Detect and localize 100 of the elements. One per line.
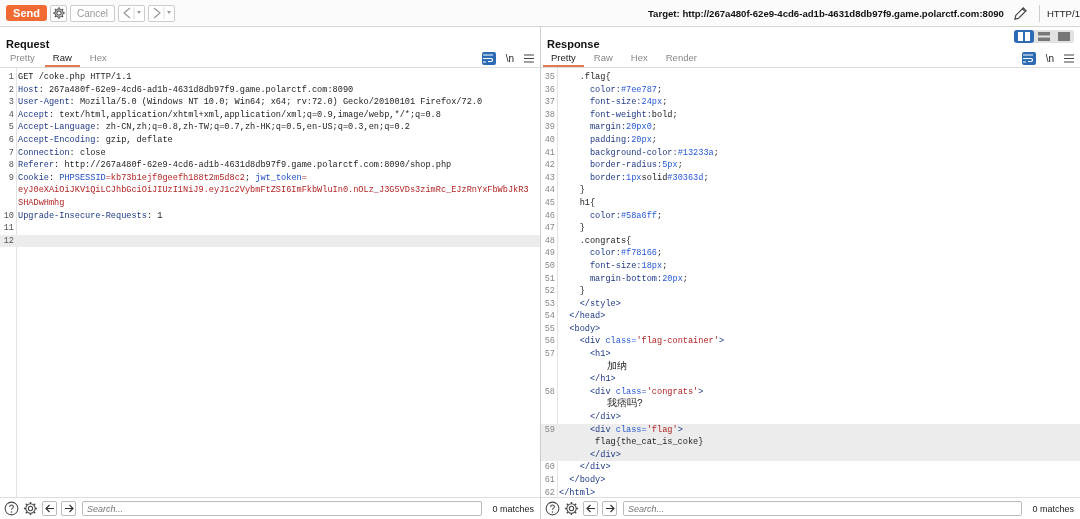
view-tab[interactable]: Pretty <box>2 50 43 67</box>
line-number: 10 <box>3 210 14 221</box>
code-line: } <box>578 285 585 298</box>
line-number: 3 <box>8 97 14 108</box>
code-line: } <box>578 222 585 235</box>
code-line: </div> <box>588 448 621 462</box>
code-line: Referer: http://267a480f-62e9-4cd6-ad1b-4631d8db97f9.game.polarctf.com:8090/shop.php <box>17 159 452 172</box>
back-button[interactable] <box>118 4 145 22</box>
menu-icon[interactable] <box>524 54 534 63</box>
code-line: Cookie: PHPSESSID=kb73b1ejf0geefh188t2m5d8c2; jwt_token= <box>17 171 307 185</box>
code-line: padding:20px; <box>588 133 657 147</box>
code-line: h1{ <box>578 196 596 210</box>
code-line: margin:20px0; <box>588 121 657 134</box>
help-icon[interactable] <box>545 501 560 516</box>
send-button[interactable]: Send <box>6 5 47 21</box>
code-line: Accept-Encoding: gzip, deflate <box>17 133 173 147</box>
line-number: 58 <box>544 386 555 397</box>
help-icon[interactable] <box>4 501 19 516</box>
line-number: 52 <box>544 286 555 297</box>
code-line: margin-bottom:20px; <box>588 272 688 286</box>
line-number: 55 <box>544 323 555 334</box>
line-number: 12 <box>3 235 14 246</box>
code-line: <div class='flag'> <box>588 423 683 437</box>
code-line: } <box>578 184 585 197</box>
line-number: 51 <box>544 273 555 284</box>
line-number: 45 <box>544 197 555 208</box>
pane-title: Response <box>547 38 600 50</box>
code-line: <h1> <box>588 348 611 360</box>
code-line: 加纳 <box>606 360 627 374</box>
code-line: </head> <box>568 310 606 323</box>
pane-title: Request <box>6 38 50 50</box>
settings-icon[interactable] <box>564 501 579 516</box>
line-number: 38 <box>544 109 555 120</box>
line-number: 5 <box>8 122 14 133</box>
code-line: </h1> <box>588 373 616 386</box>
code-line: Accept: text/html,application/xhtml+xml,application/xml;q=0.9,image/webp,*/*;q=0.8 <box>17 108 441 122</box>
view-tab[interactable]: Raw <box>585 50 621 67</box>
view-tab[interactable]: Hex <box>622 50 656 67</box>
code-line: Upgrade-Insecure-Requests: 1 <box>17 209 163 223</box>
line-number: 9 <box>8 172 14 183</box>
code-line: eyJ0eXAiOiJKV1QiLCJhbGciOiJIUzI1NiJ9.eyJ1c2VybmFtZSI6ImFkbWluIn0.nOLz_J3G5VDs3zimRc_EJzRnYxFbWbJkR3 <box>17 184 529 197</box>
code-line: border-radius:5px; <box>588 159 683 172</box>
view-tab[interactable]: Raw <box>44 50 80 67</box>
previous-match-button[interactable] <box>583 501 598 516</box>
line-number: 8 <box>8 160 14 171</box>
line-number: 7 <box>8 147 14 158</box>
view-tab[interactable]: Pretty <box>543 50 584 67</box>
search-field[interactable]: Search... <box>82 501 483 516</box>
line-number: 46 <box>544 210 555 221</box>
next-match-button[interactable] <box>61 501 76 516</box>
view-tab[interactable]: Render <box>657 50 705 67</box>
line-number: 53 <box>544 298 555 309</box>
code-line: Connection: close <box>17 146 106 160</box>
match-count: 0 matches <box>1032 503 1074 514</box>
code-line: </div> <box>578 461 611 474</box>
next-match-button[interactable] <box>602 501 617 516</box>
newline-toggle[interactable]: \n <box>1045 53 1054 64</box>
code-line: <div class='congrats'> <box>588 385 704 398</box>
forward-button[interactable] <box>148 4 175 22</box>
code-line: </body> <box>568 474 606 487</box>
line-number: 57 <box>544 349 555 360</box>
line-number: 4 <box>8 109 14 120</box>
line-number: 11 <box>3 223 14 234</box>
code-line: font-size:24px; <box>588 96 668 109</box>
view-tab[interactable]: Hex <box>81 50 115 67</box>
previous-match-button[interactable] <box>42 501 57 516</box>
line-number: 54 <box>544 311 555 322</box>
code-line: .congrats{ <box>578 234 632 248</box>
protocol-label[interactable]: HTTP/1 <box>1042 7 1080 19</box>
code-line: User-Agent: Mozilla/5.0 (Windows NT 10.0; Win64; x64; rv:72.0) Gecko/20100101 Firefox/72.0 <box>17 96 483 109</box>
code-line: Host: 267a480f-62e9-4cd6-ad1b-4631d8db97f9.game.polarctf.com:8090 <box>17 83 354 97</box>
code-line: .flag{ <box>578 71 611 84</box>
line-number: 49 <box>544 248 555 259</box>
line-number: 35 <box>544 72 555 82</box>
newline-toggle[interactable]: \n <box>505 53 514 64</box>
wrap-toggle-icon[interactable] <box>481 52 496 65</box>
code-line: <div class='flag-container'> <box>578 335 725 349</box>
line-number: 41 <box>544 147 555 158</box>
code-line: color:#7ee787; <box>588 83 663 97</box>
menu-icon[interactable] <box>1064 54 1074 63</box>
line-number: 47 <box>544 223 555 234</box>
code-line: color:#58a6ff; <box>588 209 663 223</box>
line-number: 48 <box>544 235 555 246</box>
settings-icon[interactable] <box>23 501 38 516</box>
line-number: 42 <box>544 160 555 171</box>
wrap-toggle-icon[interactable] <box>1021 52 1036 65</box>
settings-button[interactable] <box>50 4 67 22</box>
line-number: 56 <box>544 336 555 347</box>
search-field[interactable]: Search... <box>623 501 1023 516</box>
code-line: font-size:18px; <box>588 259 668 273</box>
split-view-button[interactable] <box>1014 30 1034 43</box>
line-number: 37 <box>544 97 555 108</box>
code-line: flag{the_cat_is_coke} <box>594 436 704 449</box>
line-number: 36 <box>544 84 555 95</box>
line-number: 43 <box>544 172 555 183</box>
pencil-icon[interactable] <box>1012 5 1028 21</box>
code-line: color:#f78166; <box>588 247 663 260</box>
line-number: 50 <box>544 260 555 271</box>
code-line: 我痞吗? <box>606 398 643 412</box>
line-number: 59 <box>544 424 555 435</box>
